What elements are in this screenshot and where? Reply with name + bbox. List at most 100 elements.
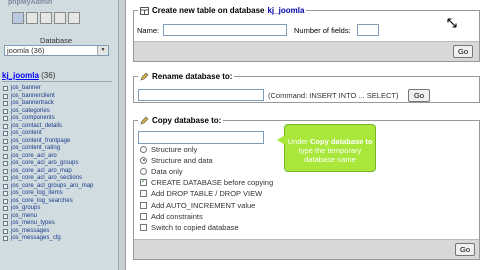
table-list-item[interactable]: jos_menu_types: [3, 220, 93, 228]
create-table-go-button[interactable]: Go: [453, 45, 473, 58]
table-name[interactable]: jos_content_frontpage: [11, 138, 70, 146]
table-name-input[interactable]: [163, 24, 287, 36]
table-list-item[interactable]: jos_core_acl_aro_groups: [3, 160, 93, 168]
checkbox[interactable]: [140, 212, 147, 220]
checkbox-switch-to-copied[interactable]: Switch to copied database: [140, 222, 239, 232]
table-list-item[interactable]: jos_banner: [3, 85, 93, 93]
table-list-item[interactable]: jos_bannertrack: [3, 100, 93, 108]
table-name[interactable]: jos_contact_details: [11, 123, 62, 131]
table-list-item[interactable]: jos_core_acl_groups_aro_map: [3, 183, 93, 191]
table-list-item[interactable]: jos_groups: [3, 205, 93, 213]
table-name[interactable]: jos_bannerclient: [11, 93, 55, 101]
radio-data-only[interactable]: Data only: [140, 166, 183, 176]
table-name[interactable]: jos_content_rating: [11, 145, 60, 153]
table-name[interactable]: jos_bannertrack: [11, 100, 54, 108]
radio-button[interactable]: [140, 145, 147, 153]
radio-button[interactable]: [140, 156, 147, 164]
table-icon[interactable]: [3, 221, 8, 227]
table-list-item[interactable]: jos_messages: [3, 228, 93, 236]
checkbox[interactable]: [140, 223, 147, 231]
checkbox-add-drop-table[interactable]: Add DROP TABLE / DROP VIEW: [140, 188, 262, 198]
rename-db-input[interactable]: [138, 89, 264, 101]
table-list-item[interactable]: jos_bannerclient: [3, 93, 93, 101]
table-name[interactable]: jos_menu: [11, 213, 37, 221]
table-icon[interactable]: [3, 131, 8, 137]
table-name[interactable]: jos_core_log_items: [11, 190, 63, 198]
radio-structure-and-data[interactable]: Structure and data: [140, 155, 213, 165]
mysql-docs-icon[interactable]: [54, 12, 66, 24]
table-list-item[interactable]: jos_menu: [3, 213, 93, 221]
table-icon[interactable]: [3, 191, 8, 197]
table-list-item[interactable]: jos_content_frontpage: [3, 138, 93, 146]
copy-db-go-button[interactable]: Go: [455, 243, 475, 256]
table-icon[interactable]: [3, 101, 8, 107]
table-name[interactable]: jos_core_acl_aro_sections: [11, 175, 82, 183]
checkbox[interactable]: [140, 189, 147, 197]
table-list-item[interactable]: jos_content: [3, 130, 93, 138]
table-icon[interactable]: [3, 86, 8, 92]
home-icon[interactable]: [12, 12, 24, 24]
table-name[interactable]: jos_content: [11, 130, 42, 138]
table-list-item[interactable]: jos_contact_details: [3, 123, 93, 131]
checkbox-create-database[interactable]: ✓ CREATE DATABASE before copying: [140, 177, 273, 187]
table-icon[interactable]: [3, 123, 8, 129]
table-list-item[interactable]: jos_core_acl_aro: [3, 153, 93, 161]
num-fields-input[interactable]: [357, 24, 379, 36]
radio-label: Data only: [151, 166, 183, 176]
table-list-item[interactable]: jos_content_rating: [3, 145, 93, 153]
current-database[interactable]: kj_joomla (36): [2, 71, 55, 80]
table-icon[interactable]: [3, 116, 8, 122]
table-name[interactable]: jos_menu_types: [11, 220, 55, 228]
table-name[interactable]: jos_core_acl_aro_map: [11, 168, 72, 176]
table-list-item[interactable]: jos_core_acl_aro_map: [3, 168, 93, 176]
table-name[interactable]: jos_core_acl_aro: [11, 153, 57, 161]
table-icon[interactable]: [3, 108, 8, 114]
table-list-item[interactable]: jos_core_acl_aro_sections: [3, 175, 93, 183]
phpmyadmin-logo: phpMyAdmin: [8, 0, 53, 6]
database-select[interactable]: joomla (36) ▼: [4, 45, 109, 56]
copy-db-input[interactable]: [138, 131, 264, 144]
table-icon[interactable]: [3, 146, 8, 152]
table-name[interactable]: jos_messages: [11, 228, 49, 236]
table-name[interactable]: jos_components: [11, 115, 55, 123]
radio-structure-only[interactable]: Structure only: [140, 144, 197, 154]
table-icon[interactable]: [3, 93, 8, 99]
table-icon[interactable]: [3, 213, 8, 219]
current-database-name[interactable]: kj_joomla: [2, 71, 39, 80]
edit-icon: [140, 72, 149, 81]
table-icon[interactable]: [3, 183, 8, 189]
table-icon[interactable]: [3, 168, 8, 174]
table-list-item[interactable]: jos_messages_cfg: [3, 235, 93, 243]
table-name[interactable]: jos_core_log_searches: [11, 198, 73, 206]
frame-splitter[interactable]: [118, 0, 126, 270]
table-list-item[interactable]: jos_categories: [3, 108, 93, 116]
table-list-item[interactable]: jos_core_log_searches: [3, 198, 93, 206]
table-icon[interactable]: [3, 176, 8, 182]
table-icon[interactable]: [3, 198, 8, 204]
table-list-item[interactable]: jos_core_log_items: [3, 190, 93, 198]
reload-icon[interactable]: [68, 12, 80, 24]
table-name[interactable]: jos_groups: [11, 205, 40, 213]
checkbox[interactable]: [140, 201, 147, 209]
table-name[interactable]: jos_categories: [11, 108, 50, 116]
table-name[interactable]: jos_banner: [11, 85, 41, 93]
checkbox-add-constraints[interactable]: Add constraints: [140, 211, 203, 221]
checkbox-auto-increment[interactable]: Add AUTO_INCREMENT value: [140, 200, 255, 210]
checkbox[interactable]: ✓: [140, 178, 147, 186]
table-icon[interactable]: [3, 236, 8, 242]
table-icon[interactable]: [3, 161, 8, 167]
table-name[interactable]: jos_core_acl_aro_groups: [11, 160, 78, 168]
radio-button[interactable]: [140, 167, 147, 175]
table-name[interactable]: jos_core_acl_groups_aro_map: [11, 183, 93, 191]
docs-icon[interactable]: [40, 12, 52, 24]
table-icon[interactable]: [3, 228, 8, 234]
chevron-down-icon[interactable]: ▼: [97, 46, 108, 55]
rename-db-go-button[interactable]: Go: [408, 89, 430, 102]
table-list-item[interactable]: jos_components: [3, 115, 93, 123]
table-name[interactable]: jos_messages_cfg: [11, 235, 61, 243]
radio-label: Structure and data: [151, 155, 213, 165]
table-icon[interactable]: [3, 206, 8, 212]
table-icon[interactable]: [3, 153, 8, 159]
table-icon[interactable]: [3, 138, 8, 144]
sql-query-icon[interactable]: [26, 12, 38, 24]
